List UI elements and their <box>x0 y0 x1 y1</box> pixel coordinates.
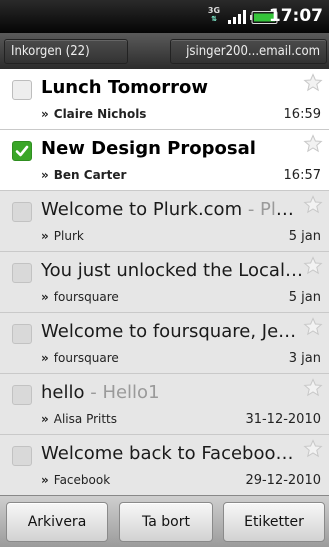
message-subject: hello - Hello1 <box>41 381 303 405</box>
message-preview: - Hello1 <box>84 382 160 403</box>
message-date: 5 jan <box>288 290 321 305</box>
message-list[interactable]: Lunch Tomorrow » Claire Nichols 16:59 New De… <box>0 69 329 495</box>
mail-header: Inkorgen (22) jsinger200...email.com <box>0 33 329 69</box>
folder-selector[interactable]: Inkorgen (22) <box>4 39 128 64</box>
clock: 17:07 <box>268 6 323 26</box>
star-icon[interactable] <box>303 256 323 276</box>
thread-chevron-icon: » <box>41 107 49 121</box>
message-date: 3 jan <box>288 351 321 366</box>
subject-text: Welcome to foursquare, Jen... <box>41 321 303 342</box>
star-icon[interactable] <box>303 378 323 398</box>
account-selector[interactable]: jsinger200...email.com <box>170 39 327 64</box>
checkbox-icon[interactable] <box>12 263 32 283</box>
sender-name: Facebook <box>53 473 111 487</box>
checkbox-icon[interactable] <box>12 80 32 100</box>
thread-chevron-icon: » <box>41 168 49 182</box>
message-subject: Welcome to foursquare, Jen... <box>41 320 303 344</box>
subject-text: Welcome to Plurk.com <box>41 199 243 220</box>
sender-name: foursquare <box>53 351 119 365</box>
message-sender: » Plurk <box>41 229 84 243</box>
message-sender: » foursquare <box>41 351 119 365</box>
message-date: 5 jan <box>288 229 321 244</box>
message-subject: Welcome back to Facebook - f... <box>41 442 303 466</box>
message-subject: You just unlocked the Local ... <box>41 259 303 283</box>
thread-chevron-icon: » <box>41 412 49 426</box>
message-preview: - Plurk.... <box>247 199 303 220</box>
thread-chevron-icon: » <box>41 351 49 365</box>
message-row[interactable]: New Design Proposal » Ben Carter 16:57 <box>0 130 329 191</box>
message-date: 31-12-2010 <box>245 412 321 427</box>
network-indicator: 3G ⇅ <box>207 7 221 25</box>
thread-chevron-icon: » <box>41 229 49 243</box>
network-type: 3G <box>207 6 221 15</box>
star-icon[interactable] <box>303 317 323 337</box>
sender-name: Claire Nichols <box>53 107 147 121</box>
checkbox-icon[interactable] <box>12 202 32 222</box>
checkbox-icon[interactable] <box>12 385 32 405</box>
star-icon[interactable] <box>303 134 323 154</box>
message-row[interactable]: Welcome back to Facebook - f... » Facebook… <box>0 435 329 495</box>
thread-chevron-icon: » <box>41 290 49 304</box>
labels-button[interactable]: Etiketter <box>223 502 325 542</box>
message-sender: » Claire Nichols <box>41 107 146 121</box>
subject-text: hello <box>41 382 85 403</box>
message-subject: Lunch Tomorrow <box>41 76 303 100</box>
message-subject: Welcome to Plurk.com - Plurk.... <box>41 198 303 222</box>
signal-icon <box>228 10 246 24</box>
data-arrows-icon: ⇅ <box>211 15 217 23</box>
status-bar: 3G ⇅ 17:07 <box>0 0 329 33</box>
checkbox-icon[interactable] <box>12 446 32 466</box>
subject-text: You just unlocked the Local ... <box>41 260 303 281</box>
archive-button[interactable]: Arkivera <box>6 502 108 542</box>
message-row[interactable]: Welcome to foursquare, Jen... » foursquare… <box>0 313 329 374</box>
message-date: 16:59 <box>283 107 321 122</box>
sender-name: Ben Carter <box>53 168 127 182</box>
message-row[interactable]: Welcome to Plurk.com - Plurk.... » Plurk 5 … <box>0 191 329 252</box>
message-row[interactable]: Lunch Tomorrow » Claire Nichols 16:59 <box>0 69 329 130</box>
message-sender: » Ben Carter <box>41 168 126 182</box>
subject-text: Welcome back to Facebook <box>41 443 286 464</box>
delete-button[interactable]: Ta bort <box>119 502 213 542</box>
star-icon[interactable] <box>303 73 323 93</box>
message-date: 16:57 <box>283 168 321 183</box>
subject-text: Lunch Tomorrow <box>41 77 208 98</box>
thread-chevron-icon: » <box>41 473 49 487</box>
star-icon[interactable] <box>303 195 323 215</box>
checkbox-checked-icon[interactable] <box>12 141 32 161</box>
message-row[interactable]: You just unlocked the Local ... » foursqua… <box>0 252 329 313</box>
checkbox-icon[interactable] <box>12 324 32 344</box>
message-date: 29-12-2010 <box>245 473 321 488</box>
message-row[interactable]: hello - Hello1 » Alisa Pritts 31-12-2010 <box>0 374 329 435</box>
message-subject: New Design Proposal <box>41 137 303 161</box>
subject-text: New Design Proposal <box>41 138 256 159</box>
sender-name: Plurk <box>53 229 84 243</box>
action-bar: Arkivera Ta bort Etiketter <box>0 495 329 547</box>
star-icon[interactable] <box>303 439 323 459</box>
sender-name: Alisa Pritts <box>53 412 118 426</box>
message-sender: » Facebook <box>41 473 110 487</box>
message-sender: » Alisa Pritts <box>41 412 117 426</box>
sender-name: foursquare <box>53 290 119 304</box>
message-sender: » foursquare <box>41 290 119 304</box>
